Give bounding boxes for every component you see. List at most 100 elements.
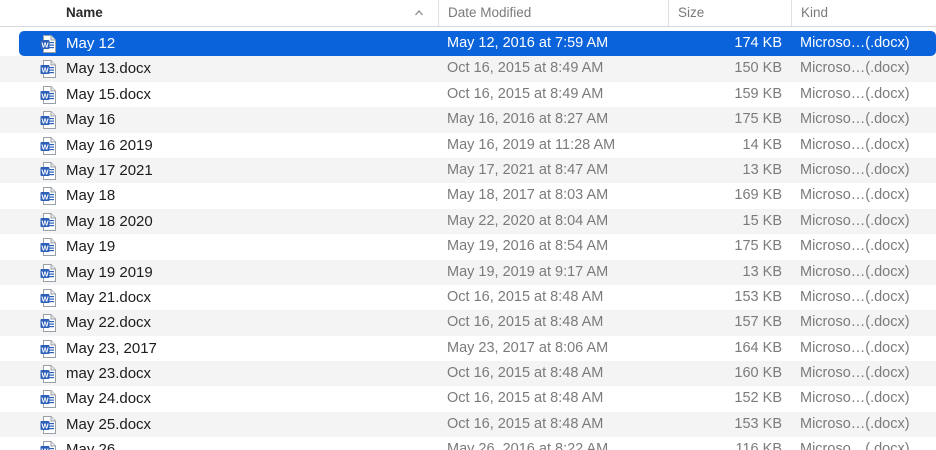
file-date-modified: Oct 16, 2015 at 8:48 AM: [447, 390, 604, 407]
file-kind: Microso…(.docx): [800, 35, 910, 51]
file-size: 14 KB: [742, 136, 783, 153]
word-document-icon: W: [40, 314, 56, 333]
file-row[interactable]: W May 16 2019 May 16, 2019 at 11:28 AM 14 K…: [0, 133, 936, 158]
file-row[interactable]: W May 12 May 12, 2016 at 7:59 AM 174 KB Micr…: [19, 31, 936, 57]
svg-text:W: W: [41, 370, 49, 379]
word-document-icon: W: [40, 365, 56, 384]
file-size: 152 KB: [734, 390, 782, 407]
file-row[interactable]: W May 13.docx Oct 16, 2015 at 8:49 AM 150 K…: [0, 56, 936, 82]
word-document-icon: W: [40, 339, 56, 358]
file-row[interactable]: W May 18 May 18, 2017 at 8:03 AM 169 KB Micr…: [0, 183, 936, 208]
column-header-size-label: Size: [678, 5, 705, 20]
file-row[interactable]: W May 16 May 16, 2016 at 8:27 AM 175 KB Micr…: [0, 107, 936, 133]
file-row[interactable]: Wmay 23.docx Oct 16, 2015 at 8:48 AM 160 K…: [0, 361, 936, 387]
file-kind: Microso…(.docx): [800, 212, 910, 229]
file-kind: Microso…(.docx): [800, 415, 910, 432]
svg-text:W: W: [41, 421, 49, 430]
chevron-up-icon[interactable]: [415, 9, 423, 17]
word-document-icon: W: [40, 238, 56, 257]
column-header-date-modified[interactable]: Date Modified: [438, 0, 667, 26]
column-header-bar: Name Date Modified Size Kind: [0, 0, 936, 27]
word-document-icon: W: [40, 136, 56, 155]
file-row[interactable]: W May 25.docx Oct 16, 2015 at 8:48 AM 153 K…: [0, 411, 936, 438]
column-header-kind[interactable]: Kind: [791, 0, 936, 26]
file-date-modified: Oct 16, 2015 at 8:49 AM: [447, 60, 604, 77]
file-size: 175 KB: [734, 238, 782, 255]
file-row[interactable]: W May 22.docx Oct 16, 2015 at 8:48 AM 157 K…: [0, 310, 936, 336]
column-header-size[interactable]: Size: [668, 0, 790, 26]
file-kind: Microso…(.docx): [800, 187, 910, 204]
column-header-date-label: Date Modified: [448, 5, 532, 20]
file-row[interactable]: W May 17 2021 May 17, 2021 at 8:47 AM 13 KB…: [0, 157, 936, 184]
file-kind: Microso…(.docx): [800, 136, 910, 153]
file-kind: Microso…(.docx): [800, 85, 910, 102]
file-kind: Microso…(.docx): [800, 263, 910, 280]
file-name: May 15.docx: [66, 85, 152, 103]
file-size: 116 KB: [735, 441, 783, 450]
file-kind: Microso…(.docx): [800, 60, 910, 77]
file-name: may 23.docx: [66, 365, 152, 383]
file-name: May 25.docx: [66, 415, 152, 433]
file-size: 159 KB: [734, 85, 782, 102]
svg-text:W: W: [41, 66, 49, 75]
file-kind: Microso…(.docx): [800, 288, 910, 305]
column-header-name-label: Name: [66, 5, 103, 20]
word-document-icon: W: [40, 187, 56, 206]
word-document-icon: W: [40, 415, 56, 434]
file-size: 13 KB: [742, 161, 783, 178]
file-name: May 24.docx: [66, 390, 152, 408]
file-date-modified: Oct 16, 2015 at 8:48 AM: [447, 314, 604, 331]
file-name: May 22.docx: [66, 314, 152, 332]
file-name: May 16 2019: [66, 136, 153, 154]
word-document-icon: W: [40, 288, 56, 307]
file-name: May 13.docx: [66, 60, 152, 78]
file-name: May 12: [66, 35, 116, 52]
word-document-icon: W: [40, 161, 56, 180]
file-kind: Microso…(.docx): [800, 390, 910, 407]
file-name: May 26: [66, 441, 116, 450]
file-date-modified: May 22, 2020 at 8:04 AM: [447, 212, 609, 229]
file-kind: Microso…(.docx): [800, 314, 910, 331]
word-document-icon: W: [40, 263, 56, 282]
word-document-icon: W: [40, 390, 56, 409]
file-size: 153 KB: [734, 415, 782, 432]
file-date-modified: May 16, 2019 at 11:28 AM: [447, 136, 616, 153]
file-date-modified: May 19, 2019 at 9:17 AM: [447, 263, 609, 280]
file-size: 150 KB: [734, 60, 782, 77]
file-row[interactable]: W May 18 2020 May 22, 2020 at 8:04 AM 15 KB…: [0, 208, 936, 235]
svg-text:W: W: [41, 167, 49, 176]
file-date-modified: Oct 16, 2015 at 8:48 AM: [447, 288, 604, 305]
file-row[interactable]: W May 19 2019 May 19, 2019 at 9:17 AM 13 KB…: [0, 259, 936, 285]
file-date-modified: May 26, 2016 at 8:22 AM: [447, 441, 609, 450]
file-row[interactable]: W May 26 May 26, 2016 at 8:22 AM 116 KB Micr…: [0, 437, 936, 450]
file-size: 13 KB: [742, 263, 783, 280]
file-size: 15 KB: [742, 212, 783, 229]
file-date-modified: May 23, 2017 at 8:06 AM: [447, 339, 609, 356]
file-date-modified: Oct 16, 2015 at 8:48 AM: [447, 415, 604, 432]
word-document-icon: W: [40, 60, 56, 79]
file-row[interactable]: W May 23, 2017 May 23, 2017 at 8:06 AM 164 …: [0, 336, 936, 361]
svg-text:W: W: [41, 243, 49, 252]
file-date-modified: May 16, 2016 at 8:27 AM: [447, 111, 609, 128]
file-size: 169 KB: [734, 187, 782, 204]
file-row[interactable]: W May 15.docx Oct 16, 2015 at 8:49 AM 159 K…: [0, 82, 936, 107]
svg-text:W: W: [41, 193, 49, 202]
file-row[interactable]: W May 21.docx Oct 16, 2015 at 8:48 AM 153 K…: [0, 285, 936, 310]
file-kind: Microso…(.docx): [800, 111, 910, 128]
file-row[interactable]: W May 19 May 19, 2016 at 8:54 AM 175 KB Micr…: [0, 234, 936, 259]
file-name: May 17 2021: [66, 161, 153, 179]
file-name: May 21.docx: [66, 288, 152, 306]
word-document-icon: W: [40, 212, 56, 231]
svg-text:W: W: [41, 269, 49, 278]
file-date-modified: May 12, 2016 at 7:59 AM: [447, 35, 609, 51]
svg-text:W: W: [41, 447, 49, 450]
file-name: May 16: [66, 111, 116, 129]
column-header-name[interactable]: Name: [57, 0, 438, 26]
svg-text:W: W: [41, 320, 49, 329]
file-date-modified: May 19, 2016 at 8:54 AM: [447, 238, 609, 255]
file-name: May 18: [66, 187, 116, 205]
file-kind: Microso…(.docx): [800, 441, 910, 450]
svg-text:W: W: [41, 40, 49, 49]
file-name: May 18 2020: [66, 212, 153, 230]
file-row[interactable]: W May 24.docx Oct 16, 2015 at 8:48 AM 152 K…: [0, 386, 936, 411]
